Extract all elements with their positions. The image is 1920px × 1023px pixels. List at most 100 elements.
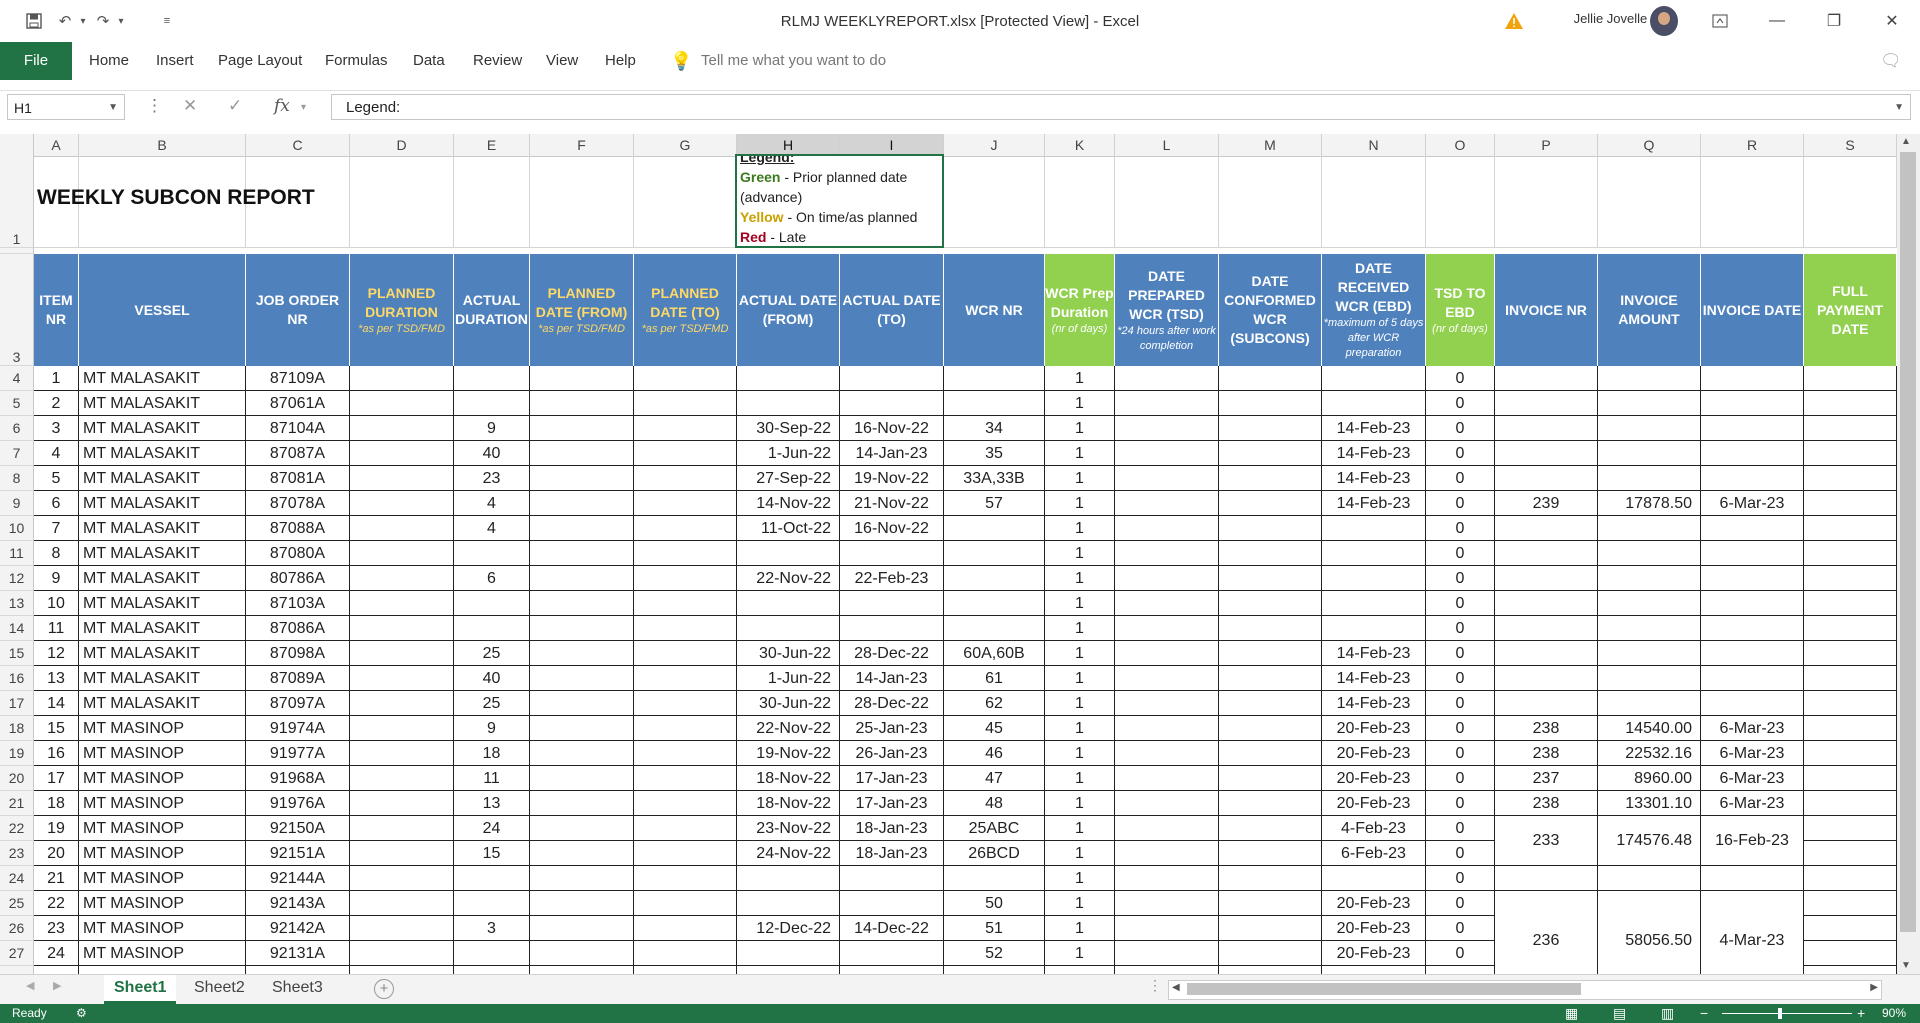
cell-wcr[interactable]: 51	[944, 916, 1045, 941]
cell-actual-duration[interactable]: 3	[454, 916, 530, 941]
cell-from[interactable]: 30-Jun-22	[737, 641, 840, 666]
normal-view-icon[interactable]: ▦	[1565, 1004, 1578, 1023]
tab-home[interactable]: Home	[89, 42, 129, 80]
cell-empty[interactable]	[530, 466, 634, 491]
cell-prep[interactable]: 1	[1045, 891, 1115, 916]
cell-item[interactable]: 5	[34, 466, 79, 491]
column-header-g[interactable]: G	[634, 134, 737, 156]
cell-empty[interactable]	[1115, 566, 1219, 591]
cell-actual-duration[interactable]	[454, 366, 530, 391]
cell-received[interactable]: 4-Feb-23	[1322, 816, 1426, 841]
cell-empty[interactable]	[634, 441, 737, 466]
cell-tsd-ebd[interactable]: 0	[1426, 466, 1495, 491]
cell-tsd-ebd[interactable]: 0	[1426, 491, 1495, 516]
cell-tsd-ebd[interactable]: 0	[1426, 441, 1495, 466]
cell-from[interactable]	[737, 366, 840, 391]
cell-inv-amount[interactable]	[1598, 441, 1701, 466]
next-sheet-icon[interactable]: ▶	[53, 979, 61, 992]
cell-empty[interactable]	[350, 891, 454, 916]
cell-actual-duration[interactable]	[454, 941, 530, 966]
cell-inv-date[interactable]	[1701, 866, 1804, 891]
cell-prep[interactable]: 1	[1045, 916, 1115, 941]
cell-prep[interactable]: 1	[1045, 691, 1115, 716]
cell-tsd-ebd[interactable]: 0	[1426, 666, 1495, 691]
cell-wcr[interactable]: 52	[944, 941, 1045, 966]
cell-wcr[interactable]: 46	[944, 741, 1045, 766]
column-header-c[interactable]: C	[246, 134, 350, 156]
cell-empty[interactable]	[350, 791, 454, 816]
cell-inv-date[interactable]	[1701, 666, 1804, 691]
cell-tsd-ebd[interactable]: 0	[1426, 841, 1495, 866]
cell-wcr[interactable]: 60A,60B	[944, 641, 1045, 666]
cell-wcr[interactable]: 34	[944, 416, 1045, 441]
cell-inv-nr[interactable]: 238	[1495, 791, 1598, 816]
cell-inv-date[interactable]	[1701, 441, 1804, 466]
cell-empty[interactable]	[350, 416, 454, 441]
cell-empty[interactable]	[1115, 866, 1219, 891]
row-header-12[interactable]: 12	[0, 566, 34, 591]
column-header-h[interactable]: H	[737, 134, 840, 156]
name-box-dropdown-icon[interactable]: ▼	[108, 95, 118, 121]
cell-inv-nr[interactable]	[1495, 516, 1598, 541]
cell-empty[interactable]	[350, 916, 454, 941]
insert-function-icon[interactable]: fx	[274, 96, 290, 116]
page-layout-view-icon[interactable]: ▤	[1613, 1004, 1626, 1023]
cell-inv-date[interactable]	[1701, 466, 1804, 491]
cell-received[interactable]: 20-Feb-23	[1322, 891, 1426, 916]
cell-to[interactable]	[840, 541, 944, 566]
close-icon[interactable]: ✕	[1872, 6, 1912, 36]
cell-empty[interactable]	[634, 516, 737, 541]
cell-inv-nr[interactable]	[1495, 866, 1598, 891]
column-header-k[interactable]: K	[1045, 134, 1115, 156]
row-header-23[interactable]: 23	[0, 841, 34, 866]
cell-empty[interactable]	[1219, 916, 1322, 941]
column-header-l[interactable]: L	[1115, 134, 1219, 156]
cell-empty[interactable]	[1219, 716, 1322, 741]
cell-empty[interactable]	[530, 841, 634, 866]
column-header-e[interactable]: E	[454, 134, 530, 156]
cell-jo[interactable]: 87097A	[246, 691, 350, 716]
cell-to[interactable]: 16-Nov-22	[840, 516, 944, 541]
cell-empty[interactable]	[530, 591, 634, 616]
cell-inv-amount[interactable]	[1598, 641, 1701, 666]
column-header-o[interactable]: O	[1426, 134, 1495, 156]
cell-vessel[interactable]: MT MALASAKIT	[79, 366, 246, 391]
add-sheet-icon[interactable]: +	[374, 979, 394, 999]
cell-inv-date[interactable]: 6-Mar-23	[1701, 716, 1804, 741]
cell-jo[interactable]: 91976A	[246, 791, 350, 816]
cell-actual-duration[interactable]: 9	[454, 416, 530, 441]
cell-item[interactable]: 24	[34, 941, 79, 966]
cell-vessel[interactable]: MT MALASAKIT	[79, 516, 246, 541]
cell-empty[interactable]	[634, 541, 737, 566]
cell-to[interactable]	[840, 616, 944, 641]
tab-review[interactable]: Review	[473, 42, 522, 80]
row-header-27[interactable]: 27	[0, 941, 34, 966]
sheet-tab-3[interactable]: Sheet3	[262, 975, 333, 1001]
cell-empty[interactable]	[350, 516, 454, 541]
cell-actual-duration[interactable]: 25	[454, 641, 530, 666]
cell-empty[interactable]	[1219, 791, 1322, 816]
cell-empty[interactable]	[350, 391, 454, 416]
cell-inv-nr[interactable]	[1495, 391, 1598, 416]
cell-tsd-ebd[interactable]: 0	[1426, 791, 1495, 816]
cell-empty[interactable]	[1804, 816, 1897, 841]
cell-wcr[interactable]	[944, 866, 1045, 891]
cell-vessel[interactable]: MT MALASAKIT	[79, 491, 246, 516]
cell-received[interactable]: 14-Feb-23	[1322, 641, 1426, 666]
cell-prep[interactable]: 1	[1045, 641, 1115, 666]
cell-from[interactable]	[737, 866, 840, 891]
row-header-4[interactable]: 4	[0, 366, 34, 391]
cell-wcr[interactable]	[944, 566, 1045, 591]
cell-from[interactable]: 24-Nov-22	[737, 841, 840, 866]
tab-view[interactable]: View	[546, 42, 578, 80]
enter-icon[interactable]: ✓	[228, 96, 242, 116]
cell-inv-date-merged[interactable]: 4-Mar-23	[1701, 891, 1804, 974]
cell-inv-nr[interactable]	[1495, 566, 1598, 591]
cell-empty[interactable]	[1219, 666, 1322, 691]
prev-sheet-icon[interactable]: ◀	[26, 979, 34, 992]
cell-inv-amount[interactable]: 14540.00	[1598, 716, 1701, 741]
cell-empty[interactable]	[1804, 791, 1897, 816]
cell-from[interactable]: 22-Nov-22	[737, 716, 840, 741]
cell-empty[interactable]	[1804, 516, 1897, 541]
restore-icon[interactable]: ❐	[1814, 6, 1854, 36]
